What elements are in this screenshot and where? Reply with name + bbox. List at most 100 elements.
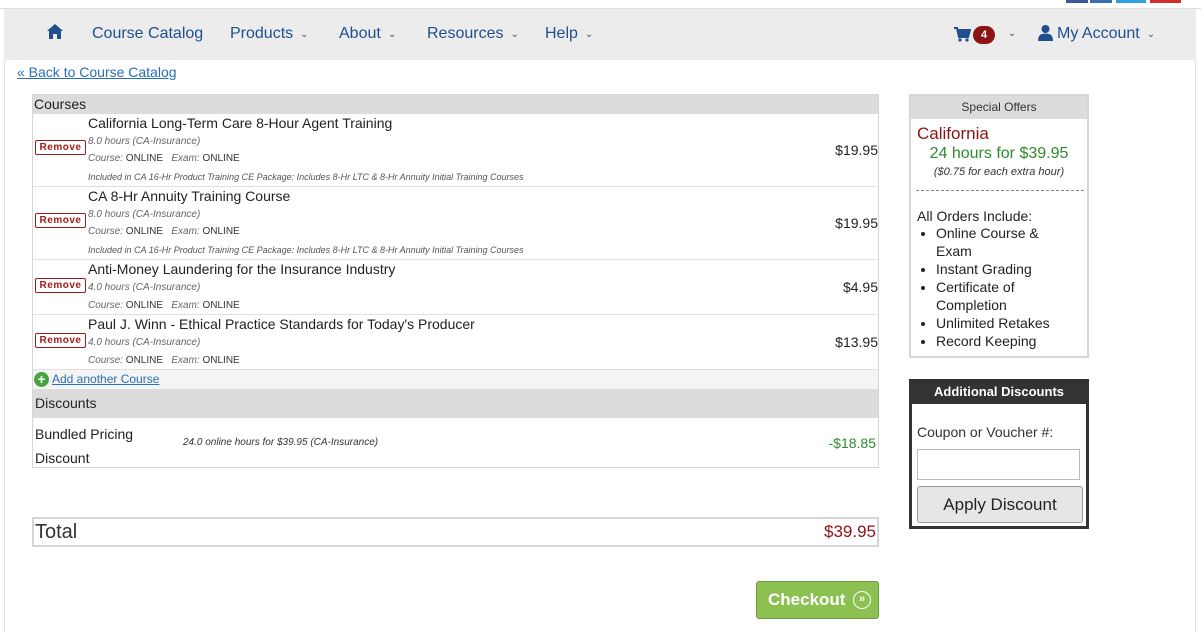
linkedin-icon[interactable] xyxy=(1090,0,1112,3)
list-item: Unlimited Retakes xyxy=(936,314,1077,332)
double-chevron-right-icon: » xyxy=(853,591,871,609)
course-title: CA 8-Hr Annuity Training Course xyxy=(88,188,291,204)
course-row: Remove CA 8-Hr Annuity Training Course 8… xyxy=(33,187,878,260)
facebook-icon[interactable] xyxy=(1066,0,1088,3)
course-price: $19.95 xyxy=(835,142,878,158)
course-mode-label: Course: xyxy=(88,153,124,164)
home-icon[interactable] xyxy=(46,23,66,43)
special-offers-panel: Special Offers California 24 hours for $… xyxy=(909,94,1089,358)
cart-count-badge: 4 xyxy=(973,26,995,44)
list-item: Certificate of Completion xyxy=(936,278,1077,314)
nav-help-label: Help xyxy=(545,25,578,42)
checkout-label: Checkout xyxy=(768,590,846,609)
exam-mode-value: ONLINE xyxy=(202,355,240,366)
exam-mode-label: Exam: xyxy=(171,300,200,311)
chevron-down-icon: ⌄ xyxy=(1146,29,1156,40)
discount-amount: -$18.85 xyxy=(828,435,876,451)
course-title: California Long-Term Care 8-Hour Agent T… xyxy=(88,115,393,131)
twitter-icon[interactable] xyxy=(1116,0,1146,3)
chevron-down-icon: ⌄ xyxy=(300,29,309,40)
course-row: Remove Anti-Money Laundering for the Ins… xyxy=(33,260,878,315)
discount-name: Bundled Pricing Discount xyxy=(35,426,134,466)
course-mode-value: ONLINE xyxy=(125,153,164,164)
chevron-down-icon: ⌄ xyxy=(510,29,519,40)
course-mode-value: ONLINE xyxy=(125,226,164,237)
add-another-course-link[interactable]: Add another Course xyxy=(52,372,159,386)
remove-button[interactable]: Remove xyxy=(35,213,86,228)
package-note: Included in CA 16-Hr Product Training CE… xyxy=(88,245,524,255)
exam-mode-value: ONLINE xyxy=(202,153,240,164)
course-mode-value: ONLINE xyxy=(125,300,164,311)
list-item: Instant Grading xyxy=(936,260,1077,278)
course-price: $19.95 xyxy=(835,215,878,231)
checkout-button[interactable]: Checkout » xyxy=(756,581,879,619)
course-row: Remove Paul J. Winn - Ethical Practice S… xyxy=(33,315,878,370)
course-exam-mode: Course: ONLINE Exam: ONLINE xyxy=(88,153,240,164)
course-mode-label: Course: xyxy=(88,355,124,366)
course-mode-value: ONLINE xyxy=(125,355,164,366)
top-strip xyxy=(0,0,1201,9)
nav-resources-label: Resources xyxy=(427,25,504,42)
user-icon xyxy=(1037,24,1054,46)
coupon-label: Coupon or Voucher #: xyxy=(917,424,1054,440)
exam-mode-value: ONLINE xyxy=(202,300,240,311)
course-title: Anti-Money Laundering for the Insurance … xyxy=(88,261,396,277)
total-row: Total $39.95 xyxy=(32,517,879,547)
exam-mode-value: ONLINE xyxy=(202,226,240,237)
page-border-right xyxy=(1195,60,1196,633)
discounts-header: Discounts xyxy=(33,389,878,418)
nav-resources[interactable]: Resources ⌄ xyxy=(427,25,519,43)
nav-course-catalog-label: Course Catalog xyxy=(92,25,204,42)
additional-discounts-panel: Additional Discounts Coupon or Voucher #… xyxy=(909,379,1089,529)
exam-mode-label: Exam: xyxy=(171,153,200,164)
remove-button[interactable]: Remove xyxy=(35,333,86,348)
nav-my-account[interactable]: My Account ⌄ xyxy=(1057,25,1155,43)
nav-products[interactable]: Products ⌄ xyxy=(230,25,309,43)
list-item: Record Keeping xyxy=(936,332,1077,350)
add-course-row: + Add another Course xyxy=(33,370,878,389)
nav-help[interactable]: Help ⌄ xyxy=(545,25,593,43)
youtube-icon[interactable] xyxy=(1150,0,1181,3)
main-nav: Course Catalog Products ⌄ About ⌄ Resource… xyxy=(4,9,1196,60)
offer-extra-hour-price: ($0.75 for each extra hour) xyxy=(933,166,1065,178)
exam-mode-label: Exam: xyxy=(171,355,200,366)
divider xyxy=(916,190,1084,191)
apply-discount-button[interactable]: Apply Discount xyxy=(917,486,1083,523)
list-item: Online Course & Exam xyxy=(936,224,1077,260)
course-mode-label: Course: xyxy=(88,226,124,237)
course-exam-mode: Course: ONLINE Exam: ONLINE xyxy=(88,226,240,237)
course-hours: 4.0 hours (CA-Insurance) xyxy=(88,337,201,348)
course-row: Remove California Long-Term Care 8-Hour … xyxy=(33,114,878,187)
course-exam-mode: Course: ONLINE Exam: ONLINE xyxy=(88,300,240,311)
remove-button[interactable]: Remove xyxy=(35,140,86,155)
discount-description: 24.0 online hours for $39.95 (CA-Insuran… xyxy=(183,437,379,448)
chevron-down-icon: ⌄ xyxy=(387,29,397,40)
nav-course-catalog[interactable]: Course Catalog xyxy=(92,25,203,43)
total-amount: $39.95 xyxy=(824,522,876,541)
course-hours: 4.0 hours (CA-Insurance) xyxy=(88,282,201,293)
additional-discounts-header: Additional Discounts xyxy=(912,382,1086,404)
course-price: $13.95 xyxy=(835,334,878,350)
includes-title: All Orders Include: xyxy=(917,208,1033,224)
offer-state: California xyxy=(917,124,989,143)
courses-header: Courses xyxy=(33,95,878,114)
courses-table: Courses Remove California Long-Term Care… xyxy=(32,94,879,468)
add-circle-icon[interactable]: + xyxy=(34,372,49,387)
coupon-input[interactable] xyxy=(917,449,1080,480)
nav-my-account-label: My Account xyxy=(1057,25,1140,42)
package-note: Included in CA 16-Hr Product Training CE… xyxy=(88,172,524,182)
discount-row: Bundled Pricing Discount 24.0 online hou… xyxy=(33,418,878,467)
remove-button[interactable]: Remove xyxy=(35,278,86,293)
course-mode-label: Course: xyxy=(88,300,124,311)
cart-button[interactable]: 4 ⌄ xyxy=(954,25,1016,47)
nav-about[interactable]: About ⌄ xyxy=(339,25,396,43)
cart-icon xyxy=(954,27,971,42)
course-hours: 8.0 hours (CA-Insurance) xyxy=(88,209,201,220)
chevron-down-icon: ⌄ xyxy=(1008,28,1017,39)
total-label: Total xyxy=(35,521,78,543)
course-hours: 8.0 hours (CA-Insurance) xyxy=(88,136,201,147)
nav-products-label: Products xyxy=(230,25,294,42)
chevron-down-icon: ⌄ xyxy=(584,29,594,40)
back-to-catalog-link[interactable]: « Back to Course Catalog xyxy=(17,64,177,80)
exam-mode-label: Exam: xyxy=(171,226,200,237)
